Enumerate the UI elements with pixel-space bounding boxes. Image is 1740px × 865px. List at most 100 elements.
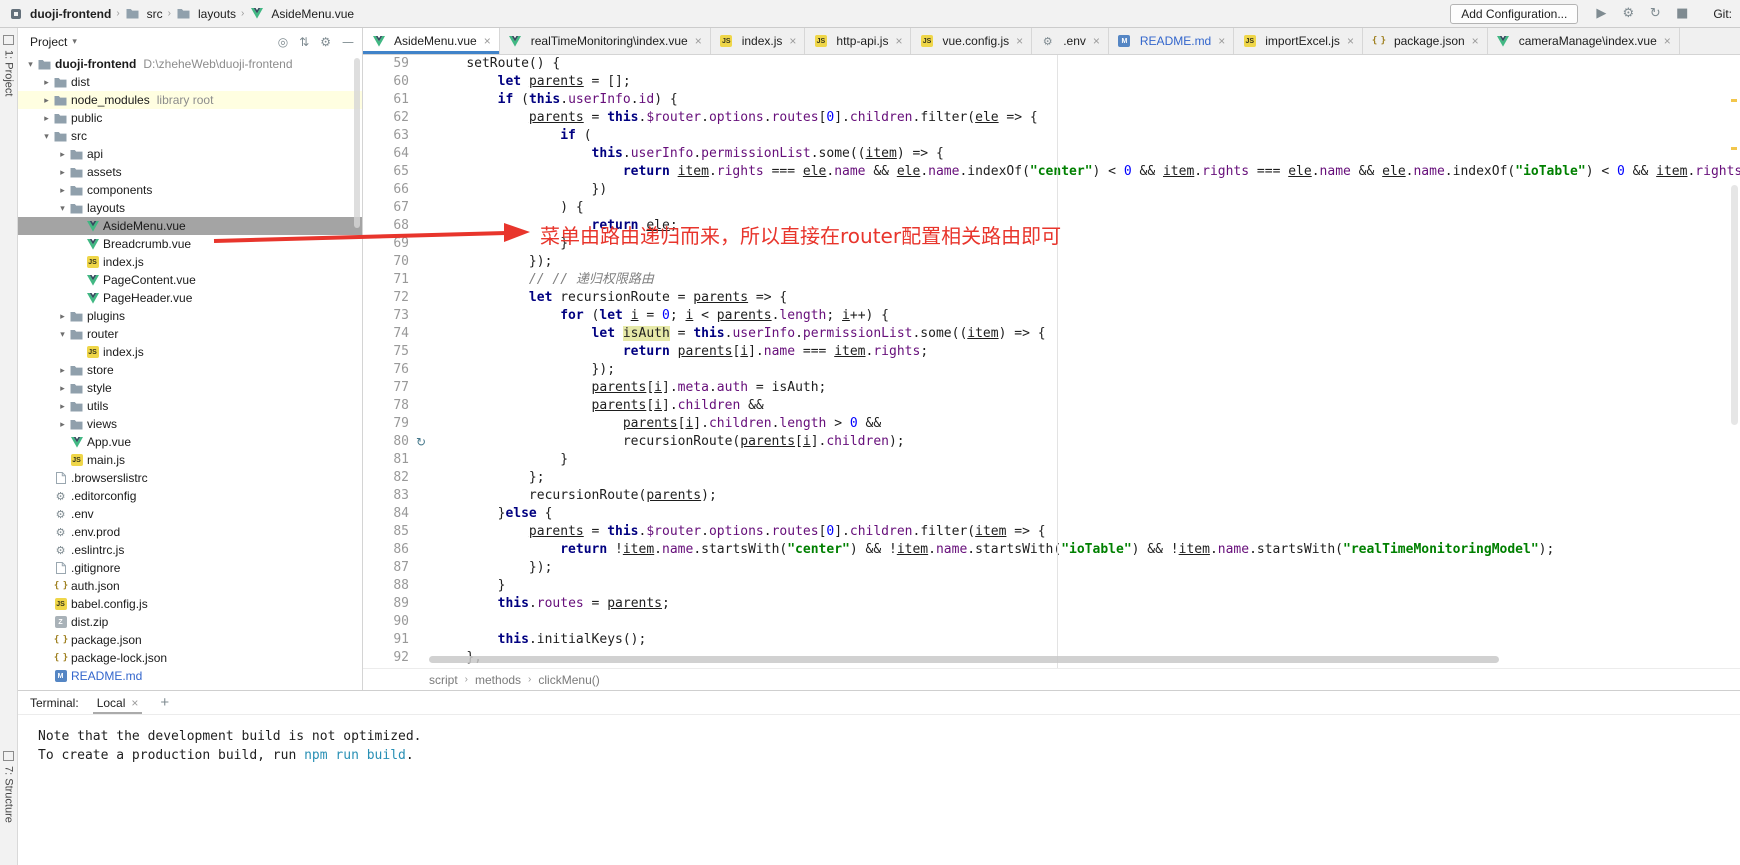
- code-line-59[interactable]: 59 setRoute() {: [363, 55, 1740, 73]
- line-number[interactable]: 90: [363, 613, 413, 631]
- line-number[interactable]: 78: [363, 397, 413, 415]
- editor-tab-index-js[interactable]: JSindex.js×: [711, 28, 806, 54]
- editor-breadcrumb-script[interactable]: script: [429, 673, 458, 687]
- line-number[interactable]: 74: [363, 325, 413, 343]
- tree-item-dist[interactable]: ▸dist: [18, 73, 362, 91]
- line-number[interactable]: 59: [363, 55, 413, 73]
- tree-item-utils[interactable]: ▸utils: [18, 397, 362, 415]
- tree-item-api[interactable]: ▸api: [18, 145, 362, 163]
- close-icon[interactable]: ×: [695, 34, 702, 48]
- code-line-80[interactable]: 80↻ recursionRoute(parents[i].children);: [363, 433, 1740, 451]
- tree-item-index-js[interactable]: JSindex.js: [18, 343, 362, 361]
- line-number[interactable]: 87: [363, 559, 413, 577]
- line-number[interactable]: 61: [363, 91, 413, 109]
- editor-tab-env[interactable]: ⚙.env×: [1032, 28, 1109, 54]
- line-number[interactable]: 85: [363, 523, 413, 541]
- code-line-91[interactable]: 91 this.initialKeys();: [363, 631, 1740, 649]
- terminal-tab-local[interactable]: Local ×: [93, 691, 143, 714]
- stop-icon[interactable]: ■: [1674, 6, 1690, 21]
- add-configuration-button[interactable]: Add Configuration...: [1450, 4, 1578, 24]
- close-icon[interactable]: ×: [1664, 34, 1671, 48]
- line-number[interactable]: 82: [363, 469, 413, 487]
- chevron-right-icon[interactable]: ▸: [56, 365, 69, 376]
- tree-item-editorconfig[interactable]: ⚙.editorconfig: [18, 487, 362, 505]
- line-number[interactable]: 64: [363, 145, 413, 163]
- tree-scrollbar[interactable]: [354, 58, 360, 228]
- chevron-right-icon[interactable]: ▸: [56, 401, 69, 412]
- code-line-63[interactable]: 63 if (: [363, 127, 1740, 145]
- code-line-78[interactable]: 78 parents[i].children &&: [363, 397, 1740, 415]
- line-number[interactable]: 77: [363, 379, 413, 397]
- editor-breadcrumb-methods[interactable]: methods: [475, 673, 521, 687]
- close-icon[interactable]: ×: [1093, 34, 1100, 48]
- chevron-right-icon[interactable]: ▸: [56, 419, 69, 430]
- tree-item-gitignore[interactable]: .gitignore: [18, 559, 362, 577]
- tree-item-package-json[interactable]: { }package.json: [18, 631, 362, 649]
- code-line-89[interactable]: 89 this.routes = parents;: [363, 595, 1740, 613]
- chevron-right-icon[interactable]: ▸: [40, 113, 53, 124]
- code-line-87[interactable]: 87 });: [363, 559, 1740, 577]
- code-line-73[interactable]: 73 for (let i = 0; i < parents.length; i…: [363, 307, 1740, 325]
- code-line-76[interactable]: 76 });: [363, 361, 1740, 379]
- code-line-70[interactable]: 70 });: [363, 253, 1740, 271]
- editor-tab-asidemenu-vue[interactable]: AsideMenu.vue×: [363, 28, 500, 54]
- code-line-66[interactable]: 66 }): [363, 181, 1740, 199]
- terminal-output[interactable]: Note that the development build is not o…: [18, 715, 1740, 765]
- tree-item-public[interactable]: ▸public: [18, 109, 362, 127]
- tree-item-breadcrumb-vue[interactable]: Breadcrumb.vue: [18, 235, 362, 253]
- tree-item-app-vue[interactable]: App.vue: [18, 433, 362, 451]
- chevron-down-icon[interactable]: ▾: [24, 59, 37, 70]
- code-line-65[interactable]: 65 return item.rights === ele.name && el…: [363, 163, 1740, 181]
- tree-item-views[interactable]: ▸views: [18, 415, 362, 433]
- code-line-69[interactable]: 69 }: [363, 235, 1740, 253]
- code-line-71[interactable]: 71 // // 递归权限路由: [363, 271, 1740, 289]
- code-line-88[interactable]: 88 }: [363, 577, 1740, 595]
- tree-item-style[interactable]: ▸style: [18, 379, 362, 397]
- warning-mark[interactable]: [1731, 147, 1737, 150]
- chevron-right-icon[interactable]: ▸: [40, 95, 53, 106]
- line-number[interactable]: 73: [363, 307, 413, 325]
- editor-tab-http-api-js[interactable]: JShttp-api.js×: [805, 28, 911, 54]
- tree-item-env[interactable]: ⚙.env: [18, 505, 362, 523]
- chevron-right-icon[interactable]: ▸: [56, 149, 69, 160]
- run-icon[interactable]: ▶: [1593, 6, 1609, 21]
- code-line-67[interactable]: 67 ) {: [363, 199, 1740, 217]
- close-icon[interactable]: ×: [1218, 34, 1225, 48]
- close-icon[interactable]: ×: [1347, 34, 1354, 48]
- editor-tab-realtimemonitoring-index-vue[interactable]: realTimeMonitoring\index.vue×: [500, 28, 711, 54]
- code-line-79[interactable]: 79 parents[i].children.length > 0 &&: [363, 415, 1740, 433]
- breadcrumb-src[interactable]: src: [125, 7, 163, 21]
- project-view-selector[interactable]: Project ▾: [30, 35, 77, 49]
- tree-item-plugins[interactable]: ▸plugins: [18, 307, 362, 325]
- tree-item-router[interactable]: ▾router: [18, 325, 362, 343]
- close-icon[interactable]: ×: [789, 34, 796, 48]
- warning-mark[interactable]: [1731, 99, 1737, 102]
- line-number[interactable]: 60: [363, 73, 413, 91]
- code-line-85[interactable]: 85 parents = this.$router.options.routes…: [363, 523, 1740, 541]
- tree-item-asidemenu-vue[interactable]: AsideMenu.vue: [18, 217, 362, 235]
- code-line-64[interactable]: 64 this.userInfo.permissionList.some((it…: [363, 145, 1740, 163]
- tree-item-node-modules[interactable]: ▸node_moduleslibrary root: [18, 91, 362, 109]
- tree-item-assets[interactable]: ▸assets: [18, 163, 362, 181]
- tree-item-src[interactable]: ▾src: [18, 127, 362, 145]
- line-number[interactable]: 69: [363, 235, 413, 253]
- build-icon[interactable]: ⚙: [1620, 6, 1636, 21]
- line-number[interactable]: 72: [363, 289, 413, 307]
- tree-item-package-lock-json[interactable]: { }package-lock.json: [18, 649, 362, 667]
- new-terminal-button[interactable]: +: [160, 694, 169, 711]
- vertical-scrollbar[interactable]: [1731, 185, 1738, 425]
- close-icon[interactable]: ×: [1016, 34, 1023, 48]
- update-icon[interactable]: ↻: [1647, 6, 1663, 21]
- line-number[interactable]: 71: [363, 271, 413, 289]
- hide-icon[interactable]: —: [342, 35, 354, 49]
- code-line-72[interactable]: 72 let recursionRoute = parents => {: [363, 289, 1740, 307]
- breadcrumb-asidemenu-vue[interactable]: AsideMenu.vue: [249, 7, 354, 21]
- close-icon[interactable]: ×: [484, 34, 491, 48]
- line-number[interactable]: 62: [363, 109, 413, 127]
- code-line-81[interactable]: 81 }: [363, 451, 1740, 469]
- editor-tab-cameramanage-index-vue[interactable]: cameraManage\index.vue×: [1488, 28, 1680, 54]
- line-number[interactable]: 68: [363, 217, 413, 235]
- code-line-83[interactable]: 83 recursionRoute(parents);: [363, 487, 1740, 505]
- line-number[interactable]: 79: [363, 415, 413, 433]
- chevron-down-icon[interactable]: ▾: [56, 329, 69, 340]
